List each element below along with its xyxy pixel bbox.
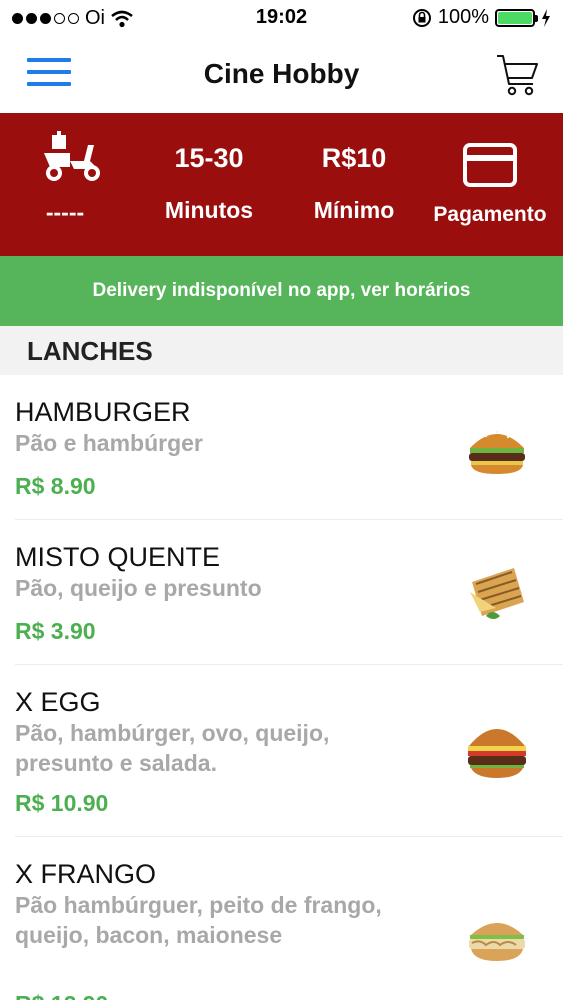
status-bar: Oi 19:02 100% [0,0,563,38]
battery-icon [495,8,538,27]
item-price: R$ 3.90 [15,618,96,644]
hamburger-image [469,430,525,474]
menu-item-x-egg[interactable]: X EGG Pão, hambúrger, ovo, queijo, presu… [0,665,563,837]
shopping-cart-icon[interactable] [495,52,539,98]
delivery-fee-value: ----- [45,199,85,225]
item-description: Pão, hambúrger, ovo, queijo, presunto e … [15,720,330,776]
item-price: R$ 12.90 [15,991,108,1000]
item-name: X EGG [15,687,101,717]
x-frango-image [469,923,525,961]
store-info-band: ----- 15-30 Minutos R$10 Mínimo Pagament… [0,113,563,256]
menu-item-hamburger[interactable]: HAMBURGER Pão e hambúrger R$ 8.90 [0,375,563,520]
menu-item-misto-quente[interactable]: MISTO QUENTE Pão, queijo e presunto R$ 3… [0,520,563,665]
item-description: Pão hambúrguer, peito de frango, queijo,… [15,892,382,948]
item-description: Pão e hambúrger [15,430,203,456]
delivery-unavailable-notice[interactable]: Delivery indisponível no app, ver horári… [0,256,563,326]
battery-percent: 100% [437,6,489,28]
section-title: LANCHES [27,336,153,366]
item-price: R$ 10.90 [15,790,109,816]
page-title: Cine Hobby [203,58,360,89]
misto-quente-image [470,568,524,619]
credit-card-icon [463,143,517,187]
payment-block[interactable] [423,143,557,192]
menu-item-x-frango[interactable]: X FRANGO Pão hambúrguer, peito de frango… [0,837,563,1000]
battery-status: 100% [412,6,551,29]
payment-label[interactable]: Pagamento [423,203,557,227]
delivery-time-unit: Minutos [164,197,254,223]
item-name: X FRANGO [15,859,157,889]
rotation-lock-icon [412,8,431,27]
navigation-bar: Cine Hobby [0,38,563,113]
item-description: Pão, queijo e presunto [15,575,262,601]
x-egg-image [467,719,527,779]
item-name: MISTO QUENTE [15,542,221,572]
item-price: R$ 8.90 [15,473,96,499]
section-header: LANCHES [0,326,563,375]
charging-icon [542,8,550,27]
delivery-time-value: 15-30 [174,143,244,173]
minimum-order-label: Mínimo [313,197,395,223]
minimum-order-value: R$10 [321,143,387,173]
delivery-fee-block [28,131,118,190]
delivery-scooter-icon [44,131,100,181]
item-name: HAMBURGER [15,397,191,427]
